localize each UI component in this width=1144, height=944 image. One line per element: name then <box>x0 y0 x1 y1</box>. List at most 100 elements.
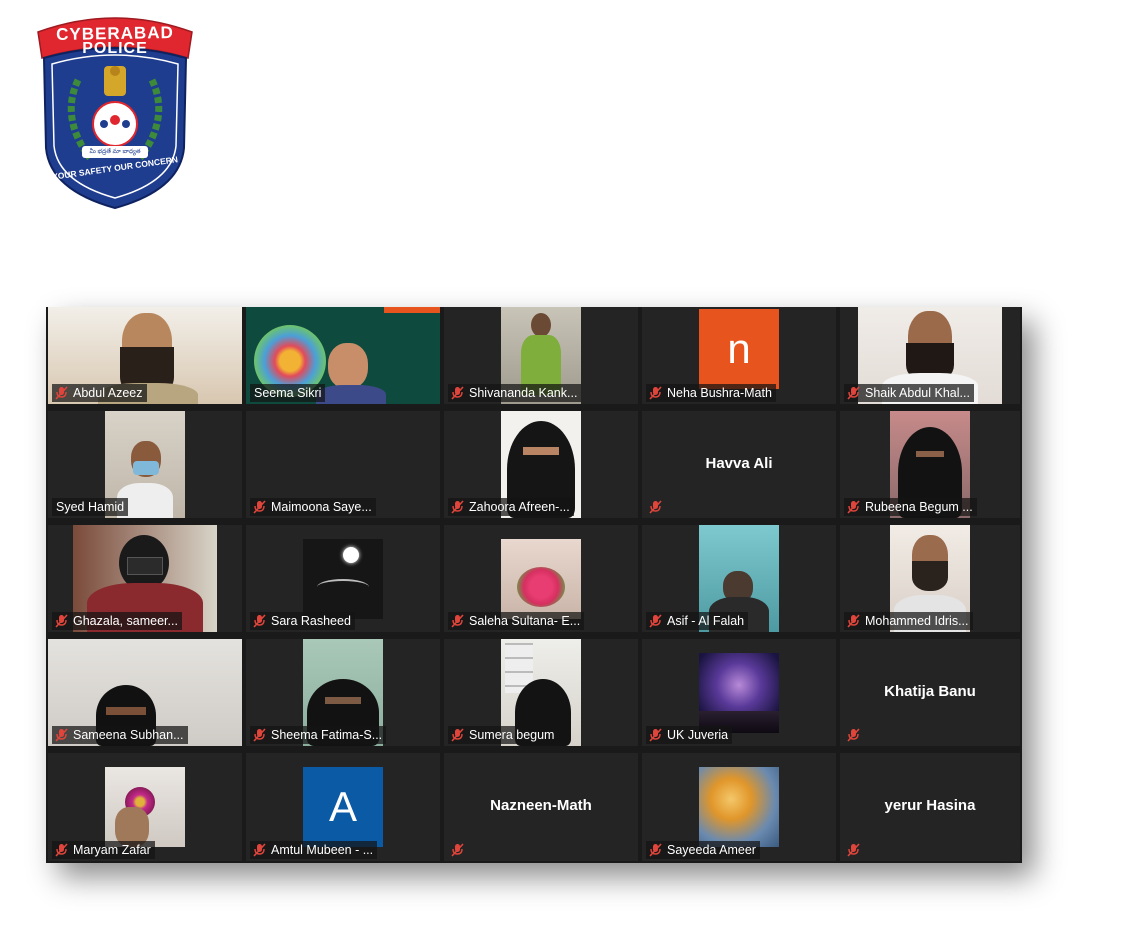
participant-name-label <box>646 498 671 516</box>
participant-name-label: Sameena Subhan... <box>52 726 188 744</box>
participant-tile-active-speaker[interactable]: Seema Sikri <box>246 307 440 404</box>
participant-video <box>699 767 779 847</box>
muted-mic-icon <box>649 843 662 857</box>
muted-mic-icon <box>847 386 860 400</box>
muted-mic-icon <box>253 843 266 857</box>
participant-name-label <box>844 841 869 859</box>
participant-video <box>699 653 779 733</box>
participant-name-label: Abdul Azeez <box>52 384 147 402</box>
participant-name: Sayeeda Ameer <box>667 843 756 857</box>
participant-name-label: Sumera begum <box>448 726 559 744</box>
muted-mic-icon <box>253 500 266 514</box>
participant-tile[interactable]: Sayeeda Ameer <box>642 753 836 861</box>
participant-name: Shaik Abdul Khal... <box>865 386 970 400</box>
muted-mic-icon <box>847 843 860 857</box>
participant-tile[interactable]: Rubeena Begum ... <box>840 411 1020 518</box>
participant-name-label: Maimoona Saye... <box>250 498 376 516</box>
participant-tile[interactable]: n Neha Bushra-Math <box>642 307 836 404</box>
participant-name-label: UK Juveria <box>646 726 733 744</box>
participant-name-label: Seema Sikri <box>250 384 326 402</box>
muted-mic-icon <box>55 843 68 857</box>
muted-mic-icon <box>649 728 662 742</box>
muted-mic-icon <box>451 728 464 742</box>
participant-name: Sumera begum <box>469 728 555 742</box>
participant-tile[interactable]: Zahoora Afreen-... <box>444 411 638 518</box>
participant-name-label <box>844 726 869 744</box>
participant-tile[interactable]: Mohammed Idris... <box>840 525 1020 632</box>
participant-name: Ghazala, sameer... <box>73 614 178 628</box>
muted-mic-icon <box>55 728 68 742</box>
participant-name-label: Amtul Mubeen - ... <box>250 841 378 859</box>
participant-name-label: Sara Rasheed <box>250 612 355 630</box>
participant-name-label: Saleha Sultana- E... <box>448 612 585 630</box>
participant-tile[interactable]: Maimoona Saye... <box>246 411 440 518</box>
participant-name: Asif - Al Falah <box>667 614 745 628</box>
participant-tile[interactable]: Shaik Abdul Khal... <box>840 307 1020 404</box>
muted-mic-icon <box>451 614 464 628</box>
participant-name-label: Ghazala, sameer... <box>52 612 182 630</box>
participant-tile[interactable]: Abdul Azeez <box>48 307 242 404</box>
participant-name: Sara Rasheed <box>271 614 351 628</box>
participant-tile[interactable]: UK Juveria <box>642 639 836 746</box>
participant-center-name: yerur Hasina <box>884 796 976 814</box>
participant-tile[interactable]: Sameena Subhan... <box>48 639 242 746</box>
participant-tile[interactable]: Havva Ali <box>642 411 836 518</box>
muted-mic-icon <box>847 728 860 742</box>
muted-mic-icon <box>649 500 662 514</box>
participant-tile[interactable]: Ghazala, sameer... <box>48 525 242 632</box>
muted-mic-icon <box>847 500 860 514</box>
muted-mic-icon <box>649 614 662 628</box>
participant-tile[interactable]: Syed Hamid <box>48 411 242 518</box>
muted-mic-icon <box>55 614 68 628</box>
participant-name-label <box>448 841 473 859</box>
participant-tile[interactable]: Maryam Zafar <box>48 753 242 861</box>
participant-video <box>501 539 581 619</box>
participant-name: Neha Bushra-Math <box>667 386 772 400</box>
participant-center-name: Khatija Banu <box>884 682 976 700</box>
participant-tile[interactable]: Sara Rasheed <box>246 525 440 632</box>
participant-name-label: Zahoora Afreen-... <box>448 498 574 516</box>
muted-mic-icon <box>451 500 464 514</box>
muted-mic-icon <box>253 614 266 628</box>
participant-name: Rubeena Begum ... <box>865 500 973 514</box>
participant-name-label: Neha Bushra-Math <box>646 384 776 402</box>
logo-ribbon-text: మీ భద్రతే మా బాధ్యత <box>89 149 141 155</box>
participant-name: Abdul Azeez <box>73 386 143 400</box>
participant-center-name: Havva Ali <box>705 454 773 472</box>
muted-mic-icon <box>649 386 662 400</box>
participant-name: Seema Sikri <box>254 386 322 400</box>
participant-name: Sheema Fatima-S... <box>271 728 383 742</box>
participant-name: Zahoora Afreen-... <box>469 500 570 514</box>
avatar: n <box>699 309 779 389</box>
participant-name-label: Asif - Al Falah <box>646 612 749 630</box>
participant-tile[interactable]: Sumera begum <box>444 639 638 746</box>
participant-name: Maryam Zafar <box>73 843 151 857</box>
participant-name-label: Shivananda Kank... <box>448 384 582 402</box>
participant-name: Saleha Sultana- E... <box>469 614 581 628</box>
participant-name: Syed Hamid <box>56 500 125 514</box>
participant-video <box>105 767 185 847</box>
participant-name: Maimoona Saye... <box>271 500 372 514</box>
participant-tile[interactable]: Sheema Fatima-S... <box>246 639 440 746</box>
participant-name-label: Syed Hamid <box>52 498 129 516</box>
muted-mic-icon <box>451 843 464 857</box>
participant-name-label: Maryam Zafar <box>52 841 155 859</box>
participant-tile[interactable]: Shivananda Kank... <box>444 307 638 404</box>
participant-tile[interactable]: Nazneen-Math <box>444 753 638 861</box>
participant-tile[interactable]: Saleha Sultana- E... <box>444 525 638 632</box>
participant-tile[interactable]: Asif - Al Falah <box>642 525 836 632</box>
participant-tile[interactable]: A Amtul Mubeen - ... <box>246 753 440 861</box>
participant-name: Mohammed Idris... <box>865 614 969 628</box>
participant-tile[interactable]: Khatija Banu <box>840 639 1020 746</box>
participant-name-label: Shaik Abdul Khal... <box>844 384 974 402</box>
participant-name-label: Sayeeda Ameer <box>646 841 760 859</box>
participant-name: Shivananda Kank... <box>469 386 578 400</box>
participant-name: Sameena Subhan... <box>73 728 184 742</box>
muted-mic-icon <box>55 386 68 400</box>
participant-name: UK Juveria <box>667 728 729 742</box>
participant-video <box>303 539 383 619</box>
participant-tile[interactable]: yerur Hasina <box>840 753 1020 861</box>
participant-grid: Abdul Azeez Seema Sikri Shivananda Kank.… <box>48 307 1022 863</box>
participant-name: Amtul Mubeen - ... <box>271 843 374 857</box>
muted-mic-icon <box>847 614 860 628</box>
